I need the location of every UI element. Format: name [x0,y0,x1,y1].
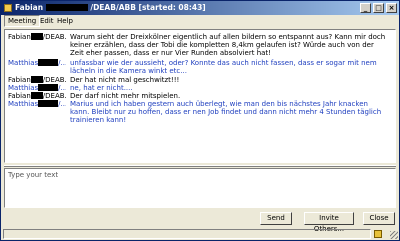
window-title: Fabian /DEAB/ABB [started: 08:43] [15,3,206,12]
message-text: Der hat nicht mal geschwitzt!!! [70,76,180,84]
message-text: Der darf nicht mehr mitspielen. [70,92,181,100]
title-name: Fabian [15,3,44,12]
status-pane [3,229,371,239]
window-controls: _ □ × [358,3,397,13]
menu-meeting[interactable]: Meeting [4,15,41,27]
meeting-icon [4,4,12,12]
resize-grip-icon[interactable] [390,231,398,239]
maximize-button[interactable]: □ [373,3,384,13]
lock-icon [374,230,382,238]
message-input[interactable]: Type your text [4,168,396,208]
pane-splitter[interactable] [4,165,396,167]
close-button[interactable]: Close [363,212,395,225]
meeting-window: Fabian /DEAB/ABB [started: 08:43] _ □ × … [0,0,400,241]
message-text: ne, hat er nicht.... [70,84,133,92]
status-bar [1,228,399,240]
message-text: Warum sieht der Dreixkölner eigentlich a… [70,33,386,57]
invite-others-button[interactable]: Invite Others... [304,212,354,233]
message-sender: Matthias/... [8,84,66,92]
message-sender: Matthias/... [8,100,66,108]
message-sender: Fabian/DEAB... [8,92,66,100]
menu-help[interactable]: Help [54,16,76,26]
message-text: Marius und ich haben gestern auch überle… [70,100,382,124]
menu-bar: Meeting Edit Help [1,15,399,27]
message-text: unfassbar wie der aussieht, oder? Konnte… [70,59,377,75]
message-sender: Fabian/DEAB... [8,33,66,41]
minimize-button[interactable]: _ [360,3,371,13]
message-sender: Matthias/... [8,59,66,67]
message-sender: Fabian/DEAB... [8,76,66,84]
send-button[interactable]: Send [260,212,292,225]
chat-transcript[interactable]: Fabian/DEAB... Warum sieht der Dreixköln… [4,29,396,163]
close-window-button[interactable]: × [386,3,397,13]
redaction-bar [45,4,88,11]
title-bar[interactable]: Fabian /DEAB/ABB [started: 08:43] _ □ × [1,1,399,15]
title-rest: /DEAB/ABB [started: 08:43] [90,3,206,12]
